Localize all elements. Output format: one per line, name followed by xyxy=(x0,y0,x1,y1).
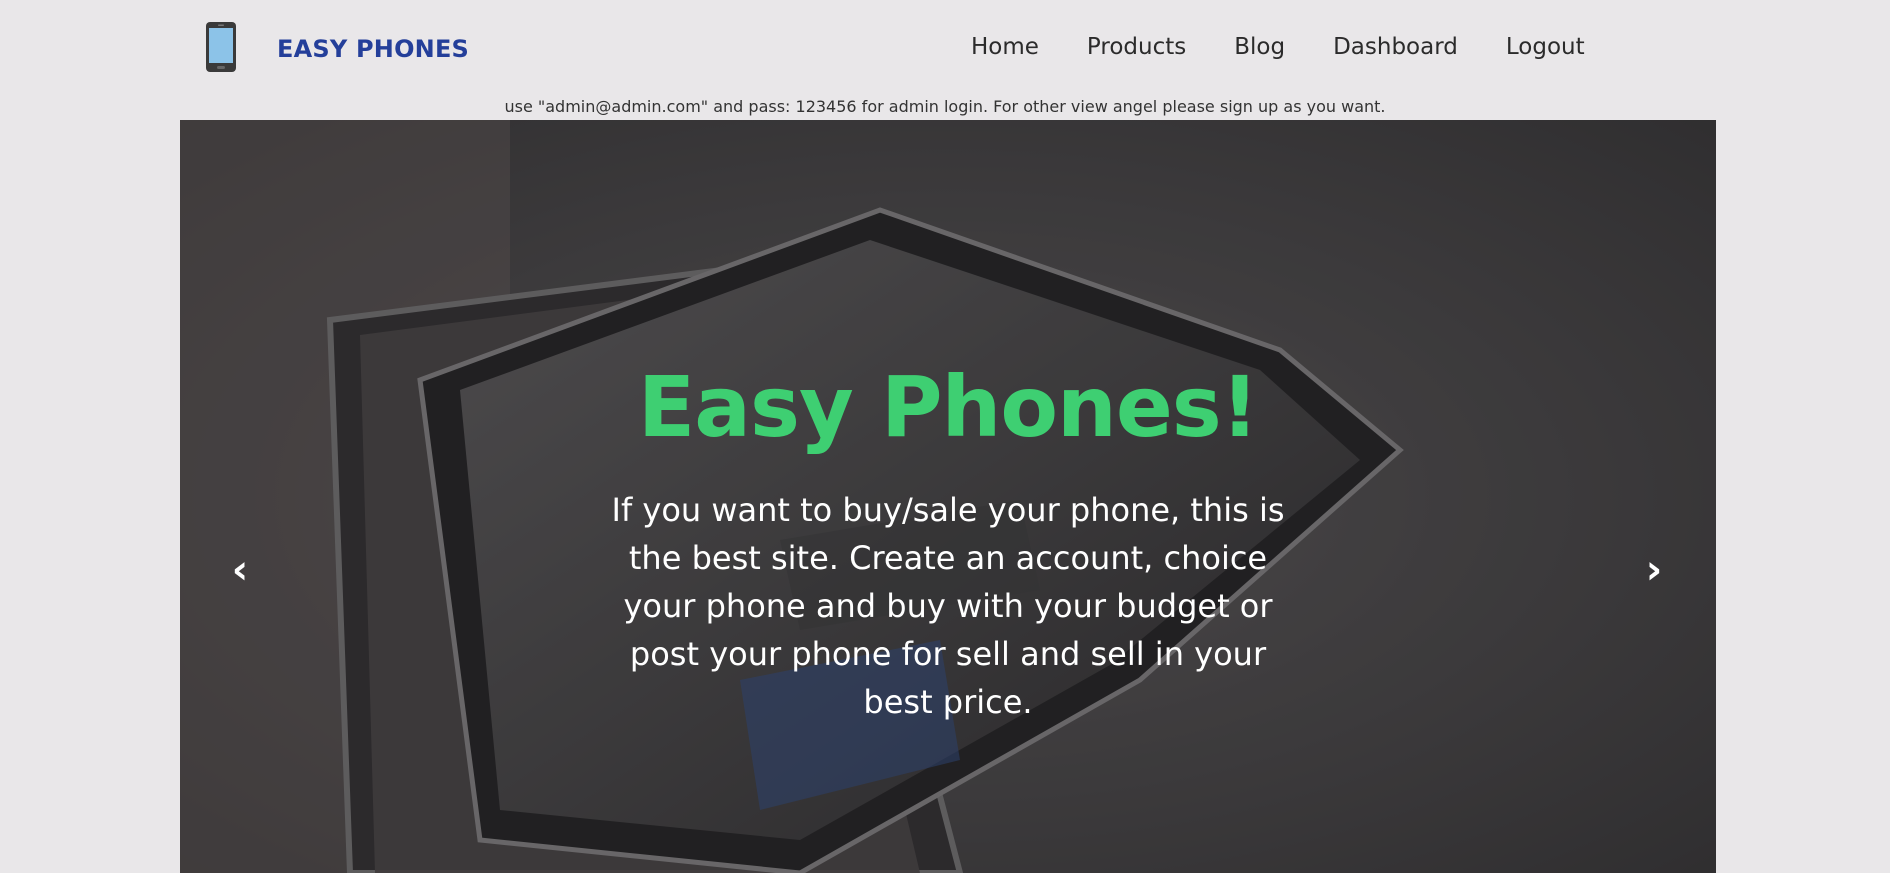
brand[interactable]: EASY PHONES xyxy=(205,21,469,73)
nav-links: Home Products Blog Dashboard Logout xyxy=(971,34,1585,60)
hero-description: If you want to buy/sale your phone, this… xyxy=(611,491,1285,721)
hero-carousel: Easy Phones! If you want to buy/sale you… xyxy=(180,120,1716,873)
brand-name[interactable]: EASY PHONES xyxy=(277,35,469,63)
phone-icon xyxy=(206,22,236,72)
nav-logout-link[interactable]: Logout xyxy=(1506,34,1585,60)
navbar: EASY PHONES Home Products Blog Dashboard… xyxy=(0,0,1890,100)
hero-title: Easy Phones! xyxy=(637,358,1259,456)
nav-blog-link[interactable]: Blog xyxy=(1234,34,1285,60)
carousel-next-button[interactable]: › xyxy=(1634,540,1674,600)
nav-products-link[interactable]: Products xyxy=(1087,34,1186,60)
nav-home-link[interactable]: Home xyxy=(971,34,1039,60)
nav-dashboard-link[interactable]: Dashboard xyxy=(1333,34,1458,60)
admin-login-notice: use "admin@admin.com" and pass: 123456 f… xyxy=(504,97,1386,116)
carousel-prev-button[interactable]: ‹ xyxy=(220,540,260,600)
